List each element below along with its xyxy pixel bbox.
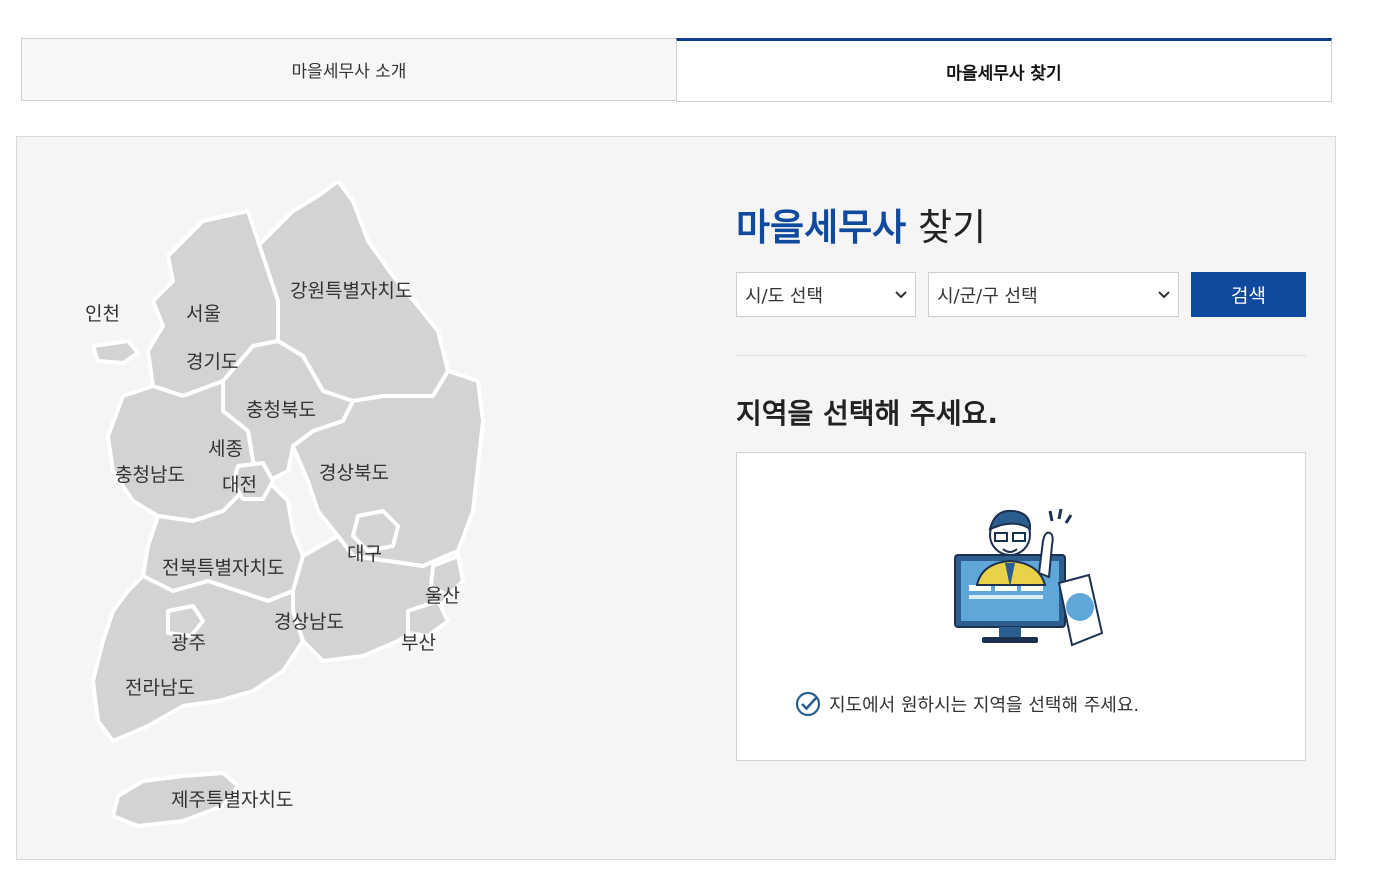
map-label-seoul[interactable]: 서울	[186, 299, 221, 326]
sido-select[interactable]: 시/도 선택	[736, 272, 916, 317]
tab-bar: 마을세무사 소개 마을세무사 찾기	[21, 38, 1332, 102]
map-label-daegu[interactable]: 대구	[347, 539, 382, 566]
map-label-chungbuk[interactable]: 충청북도	[246, 395, 316, 422]
map-label-jeonnam[interactable]: 전라남도	[125, 673, 195, 700]
map-label-gyeonggi[interactable]: 경기도	[186, 347, 238, 374]
page-title-accent: 마을세무사	[736, 206, 907, 249]
region-incheon-island	[91, 339, 140, 365]
tab-intro[interactable]: 마을세무사 소개	[21, 38, 676, 101]
guide-text-label: 지도에서 원하시는 지역을 선택해 주세요.	[829, 695, 1140, 716]
chevron-down-icon	[895, 291, 907, 299]
chevron-down-icon	[1158, 291, 1170, 299]
sigungu-select[interactable]: 시/군/구 선택	[928, 272, 1179, 317]
map-label-daejeon[interactable]: 대전	[222, 470, 257, 497]
result-heading: 지역을 선택해 주세요.	[736, 397, 998, 430]
map-label-sejong[interactable]: 세종	[208, 434, 243, 461]
check-circle-icon	[795, 691, 821, 717]
map-label-gyeongnam[interactable]: 경상남도	[274, 607, 344, 634]
map-label-jeju[interactable]: 제주특별자치도	[171, 785, 293, 812]
map-label-incheon[interactable]: 인천	[85, 299, 120, 326]
sigungu-select-value: 시/군/구 선택	[937, 285, 1038, 307]
search-button[interactable]: 검색	[1191, 272, 1306, 317]
region-jeonnam	[91, 574, 305, 743]
divider	[736, 355, 1306, 356]
map-label-ulsan[interactable]: 울산	[425, 581, 460, 608]
page-title: 마을세무사 찾기	[736, 197, 986, 251]
map-label-gwangju[interactable]: 광주	[171, 628, 206, 655]
map-label-jeonbuk[interactable]: 전북특별자치도	[162, 553, 284, 580]
tab-find[interactable]: 마을세무사 찾기	[676, 38, 1332, 102]
tax-advisor-illustration-icon	[954, 508, 1104, 647]
map-label-busan[interactable]: 부산	[401, 628, 436, 655]
guide-text: 지도에서 원하시는 지역을 선택해 주세요.	[795, 691, 1139, 717]
sido-select-value: 시/도 선택	[745, 285, 824, 307]
korea-map: 인천 서울 강원특별자치도 경기도 충청북도 세종 충청남도 대전 경상북도 대…	[53, 181, 523, 831]
map-label-chungnam[interactable]: 충청남도	[115, 460, 185, 487]
map-label-gyeongbuk[interactable]: 경상북도	[319, 458, 389, 485]
result-box: 지도에서 원하시는 지역을 선택해 주세요.	[736, 452, 1306, 761]
map-label-gangwon[interactable]: 강원특별자치도	[290, 276, 412, 303]
page-title-rest: 찾기	[917, 206, 987, 249]
korea-map-shape	[91, 181, 485, 828]
search-panel: 인천 서울 강원특별자치도 경기도 충청북도 세종 충청남도 대전 경상북도 대…	[16, 136, 1336, 860]
